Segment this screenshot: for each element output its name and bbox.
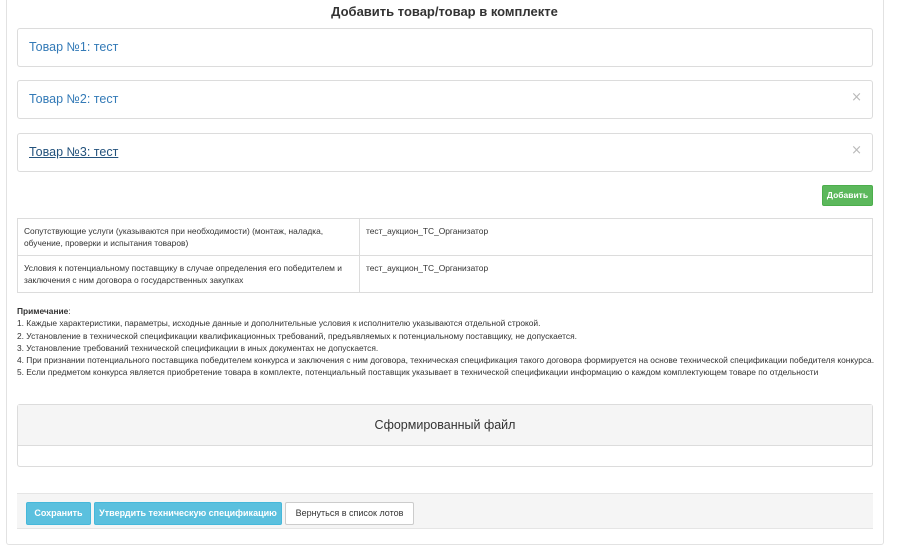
info-table: Сопутствующие услуги (указываются при не… — [17, 218, 873, 293]
note-line-2: 2. Установление в технической спецификац… — [17, 330, 577, 341]
back-to-lots-button[interactable]: Вернуться в список лотов — [285, 502, 414, 525]
page-title: Добавить товар/товар в комплекте — [331, 4, 558, 19]
item-title-1[interactable]: Товар №1: тест — [29, 40, 118, 54]
note-line-4: 4. При признании потенциального поставщи… — [17, 355, 875, 366]
item-title-2[interactable]: Товар №2: тест — [29, 92, 118, 106]
generated-file-panel: Сформированный файл — [17, 404, 873, 467]
notes-colon: : — [68, 306, 71, 316]
save-button[interactable]: Сохранить — [26, 502, 91, 525]
close-icon[interactable]: × — [851, 90, 862, 105]
table-row: Условия к потенциальному поставщику в сл… — [17, 255, 873, 293]
table-row: Сопутствующие услуги (указываются при не… — [17, 218, 873, 256]
notes-heading-line: Примечание: — [17, 305, 877, 317]
footer-actions: Сохранить Утвердить техническую специфик… — [17, 493, 873, 529]
note-line-1: 1. Каждые характеристики, параметры, исх… — [17, 318, 541, 329]
item-panel-1[interactable]: Товар №1: тест — [17, 28, 873, 67]
note-line-5: 5. Если предметом конкурса является прио… — [17, 367, 819, 378]
approve-spec-button[interactable]: Утвердить техническую спецификацию — [94, 502, 282, 525]
generated-file-title: Сформированный файл — [18, 405, 872, 446]
add-button[interactable]: Добавить — [822, 185, 873, 206]
note-line-3: 3. Установление требований технической с… — [17, 342, 379, 353]
notes-block: Примечание: 1. Каждые характеристики, па… — [17, 305, 877, 379]
table-cell-label: Сопутствующие услуги (указываются при не… — [17, 218, 360, 256]
close-icon[interactable]: × — [851, 143, 862, 158]
item-panel-2[interactable]: Товар №2: тест × — [17, 80, 873, 119]
notes-heading: Примечание — [17, 306, 69, 316]
table-cell-value: тест_аукцион_ТС_Организатор — [359, 218, 873, 256]
table-cell-value: тест_аукцион_ТС_Организатор — [359, 255, 873, 293]
item-title-3[interactable]: Товар №3: тест — [29, 145, 118, 159]
table-cell-label: Условия к потенциальному поставщику в сл… — [17, 255, 360, 293]
item-panel-3[interactable]: Товар №3: тест × — [17, 133, 873, 172]
